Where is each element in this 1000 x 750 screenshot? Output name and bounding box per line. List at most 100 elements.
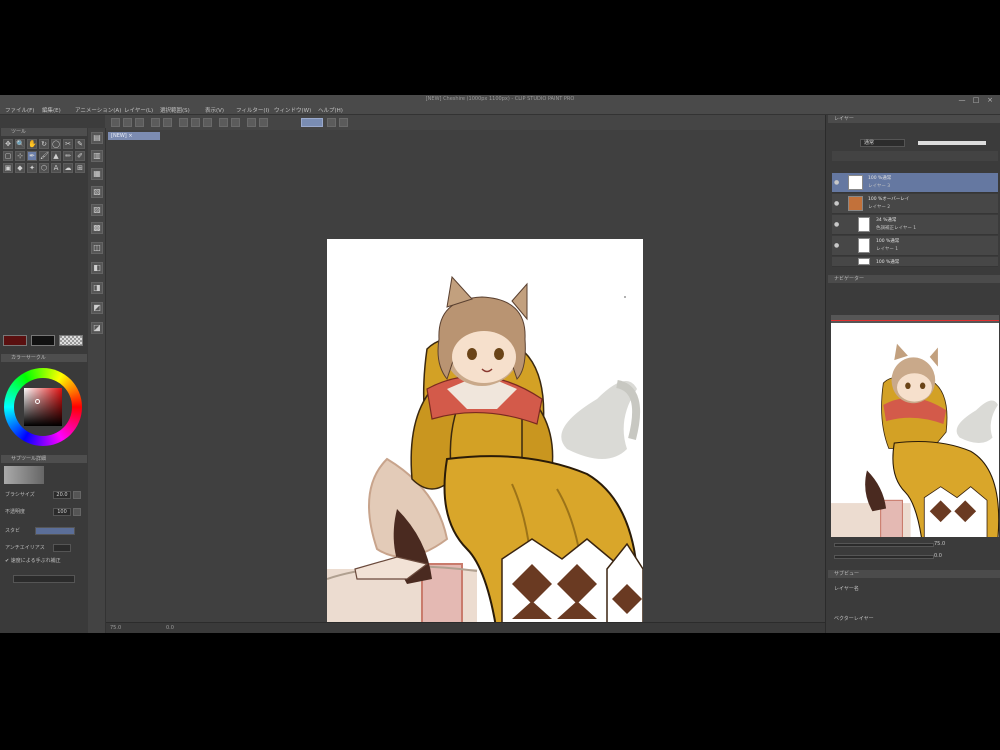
material-icon[interactable]: ▧ — [91, 186, 103, 198]
eye-icon[interactable]: ● — [834, 221, 839, 228]
move-tool-icon[interactable]: ✥ — [3, 139, 13, 149]
new-file-button[interactable] — [111, 118, 120, 127]
brush-preview — [4, 466, 44, 484]
brush-size-field[interactable]: 20.0 — [53, 491, 71, 499]
fill-tool-icon[interactable]: ▲ — [51, 151, 61, 161]
g-pen-tool-icon[interactable]: ✒ — [27, 151, 37, 161]
stabilization-slider[interactable] — [35, 527, 75, 535]
main-color-swatch[interactable] — [3, 335, 27, 346]
menu-select[interactable]: 選択範囲(S) — [160, 106, 190, 114]
eyedropper-tool-icon[interactable]: ⊹ — [15, 151, 25, 161]
frame-tool-icon[interactable]: ⊞ — [75, 163, 85, 173]
blend-mode-select[interactable]: 通常 — [860, 139, 905, 147]
auto-action-icon[interactable]: ◨ — [91, 282, 103, 294]
subtool-icon[interactable]: ▥ — [91, 150, 103, 162]
fill-button[interactable] — [231, 118, 240, 127]
hand-tool-icon[interactable]: ✋ — [27, 139, 37, 149]
color-set-icon[interactable]: ▩ — [91, 222, 103, 234]
navigator-zoom-slider[interactable] — [834, 543, 934, 547]
figure-tool-icon[interactable]: ⬡ — [39, 163, 49, 173]
layer-row[interactable]: ● 100 %通常 レイヤー 3 — [832, 173, 998, 193]
color-wheel[interactable] — [4, 368, 82, 446]
layer-thumbnail — [858, 238, 870, 253]
zoom-tool-icon[interactable]: 🔍 — [15, 139, 25, 149]
paste-button[interactable] — [203, 118, 212, 127]
opacity-stepper[interactable] — [73, 508, 81, 516]
save-button[interactable] — [135, 118, 144, 127]
navigator-panel[interactable] — [831, 315, 999, 537]
redo-button[interactable] — [163, 118, 172, 127]
blend-tool-icon[interactable]: ◆ — [15, 163, 25, 173]
minimize-button[interactable]: — — [958, 96, 966, 104]
app-window: [NEW] Cheshire (1000px 1100px) - CLIP ST… — [0, 95, 1000, 633]
pen-tool-icon[interactable]: ✎ — [75, 139, 85, 149]
menu-filter[interactable]: フィルター(I) — [236, 106, 269, 114]
opacity-field[interactable]: 100 — [53, 508, 71, 516]
menu-window[interactable]: ウィンドウ(W) — [274, 106, 311, 114]
grid-snap-button[interactable] — [339, 118, 348, 127]
extra-option-field[interactable] — [13, 575, 75, 583]
clear-button[interactable] — [219, 118, 228, 127]
brush-panel-icon[interactable]: ▦ — [91, 168, 103, 180]
layer-opacity-slider[interactable] — [918, 141, 986, 145]
panel-toggle-icon[interactable]: ▤ — [91, 132, 103, 144]
layer-mode: 100 %オーバーレイ — [868, 197, 910, 202]
brush-tool-icon[interactable]: 🖌 — [39, 151, 49, 161]
layer-row[interactable]: ● 34 %通常 色調補正レイヤー 1 — [832, 215, 998, 235]
menu-file[interactable]: ファイル(F) — [5, 106, 34, 114]
menu-help[interactable]: ヘルプ(H) — [318, 106, 343, 114]
snap-mode-button[interactable] — [301, 118, 323, 127]
saturation-value-square[interactable] — [24, 388, 62, 426]
rotate-tool-icon[interactable]: ↻ — [39, 139, 49, 149]
prop-label[interactable]: ✔ 速度による手ぶれ補正 — [5, 557, 61, 564]
angle-readout[interactable]: 0.0 — [166, 623, 174, 633]
eye-icon[interactable]: ● — [834, 179, 839, 186]
text-tool-icon[interactable]: A — [51, 163, 61, 173]
copy-button[interactable] — [191, 118, 200, 127]
ruler-snap-button[interactable] — [327, 118, 336, 127]
eye-icon[interactable]: ● — [834, 200, 839, 207]
canvas-tab[interactable]: [NEW] × — [108, 132, 160, 140]
decoration-tool-icon[interactable]: ✦ — [27, 163, 37, 173]
layer-name: レイヤー 3 — [868, 184, 891, 189]
layer-prop-icon[interactable]: ◫ — [91, 242, 103, 254]
navigator-preview — [831, 323, 999, 537]
balloon-tool-icon[interactable]: ☁ — [63, 163, 73, 173]
layer-row[interactable]: 100 %通常 — [832, 257, 998, 267]
navigator-rotate-slider[interactable] — [834, 555, 934, 559]
sub-color-swatch[interactable] — [31, 335, 55, 346]
menu-layer[interactable]: レイヤー(L) — [124, 106, 153, 114]
scale-button[interactable] — [259, 118, 268, 127]
close-button[interactable]: × — [986, 96, 994, 104]
prop-label: 不透明度 — [5, 509, 26, 515]
undo-button[interactable] — [151, 118, 160, 127]
cut-button[interactable] — [179, 118, 188, 127]
artwork-canvas[interactable] — [327, 239, 643, 633]
pencil-tool-icon[interactable]: ✏ — [63, 151, 73, 161]
menu-edit[interactable]: 編集(E) — [42, 106, 61, 114]
tool-property-icon[interactable]: ◪ — [91, 322, 103, 334]
antialias-field[interactable] — [53, 544, 71, 552]
menu-animation[interactable]: アニメーション(A) — [75, 106, 121, 114]
tool-grid: ✥ 🔍 ✋ ↻ ◯ ✂ ✎ ▢ ⊹ ✒ 🖌 ▲ ✏ ✐ ▣ ◆ ✦ ⬡ A ☁ … — [3, 139, 85, 173]
eye-icon[interactable]: ● — [834, 242, 839, 249]
prop-opacity: 不透明度 100 — [3, 507, 83, 517]
marker-tool-icon[interactable]: ✐ — [75, 151, 85, 161]
maximize-button[interactable]: □ — [972, 96, 980, 104]
layer-row[interactable]: ● 100 %通常 レイヤー 1 — [832, 236, 998, 256]
search-icon[interactable]: ◩ — [91, 302, 103, 314]
lasso-tool-icon[interactable]: ◯ — [51, 139, 61, 149]
zoom-readout[interactable]: 75.0 — [110, 623, 121, 633]
brush-size-stepper[interactable] — [73, 491, 81, 499]
layer-row[interactable]: ● 100 %オーバーレイ レイヤー 2 — [832, 194, 998, 214]
cut-tool-icon[interactable]: ✂ — [63, 139, 73, 149]
history-icon[interactable]: ▨ — [91, 204, 103, 216]
info-icon[interactable]: ◧ — [91, 262, 103, 274]
open-file-button[interactable] — [123, 118, 132, 127]
eraser-tool-icon[interactable]: ▣ — [3, 163, 13, 173]
color-picker-marker[interactable] — [35, 399, 40, 404]
transform-button[interactable] — [247, 118, 256, 127]
selection-tool-icon[interactable]: ▢ — [3, 151, 13, 161]
menu-view[interactable]: 表示(V) — [205, 106, 224, 114]
transparent-color-swatch[interactable] — [59, 335, 83, 346]
